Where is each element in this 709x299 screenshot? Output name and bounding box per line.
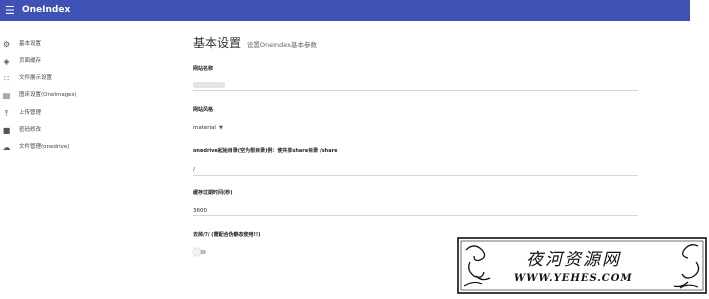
chevron-down-icon: ▼ <box>218 125 223 131</box>
sidebar-item-label: 图床设置(OneImages) <box>19 92 77 98</box>
gear-icon: ⚙ <box>2 40 11 49</box>
sidebar-item-label: 基本设置 <box>19 41 42 47</box>
watermark: 夜河资源网 WWW.YEHES.COM <box>456 236 708 295</box>
page-title-text: 基本设置 <box>193 36 242 50</box>
app-title: OneIndex <box>22 5 71 15</box>
cache-expiry-field[interactable]: 3600 <box>193 207 207 215</box>
layers-icon: ◈ <box>3 57 10 66</box>
upload-icon: ⤒ <box>4 109 9 118</box>
site-style-label: 网站风格 <box>193 107 214 113</box>
rewrite-toggle-label: 去掉/?/ (需配合伪静态使用!!) <box>193 232 261 238</box>
sidebar-item-page-cache[interactable]: ◈ 页面缓存 <box>0 55 150 69</box>
sidebar-item-change-password[interactable]: ■ 密码修改 <box>0 124 150 138</box>
site-style-value: material <box>193 125 216 131</box>
sidebar-item-image-hosting[interactable]: ▤ 图床设置(OneImages) <box>0 89 150 103</box>
page-title: 基本设置 设置OneIndex基本参数 <box>193 36 317 52</box>
watermark-text: 夜河资源网 <box>526 250 621 270</box>
page-subtitle: 设置OneIndex基本参数 <box>246 41 317 49</box>
onedrive-root-underline <box>193 175 638 176</box>
sidebar-item-file-display[interactable]: ∷ 文件展示设置 <box>0 72 150 86</box>
cloud-icon: ☁ <box>2 143 11 152</box>
cache-expiry-underline <box>193 215 638 216</box>
onedrive-root-field[interactable]: / <box>193 166 195 174</box>
site-style-select[interactable]: material ▼ <box>193 124 223 132</box>
menu-icon[interactable]: ☰ <box>5 4 15 17</box>
onedrive-root-label: onedrive起始目录(空为根目录)例：使共享share目录 /share <box>193 148 338 154</box>
site-name-label: 网站名称 <box>193 66 214 72</box>
sidebar-item-label: 页面缓存 <box>19 58 42 64</box>
top-app-bar: ☰ OneIndex <box>0 0 690 21</box>
sidebar-item-label: 密码修改 <box>19 127 42 133</box>
site-name-underline <box>193 90 638 91</box>
lock-icon: ■ <box>2 126 11 135</box>
site-name-field[interactable] <box>193 82 225 88</box>
rewrite-toggle[interactable] <box>193 248 207 256</box>
toggle-knob <box>193 248 201 256</box>
sidebar-item-label: 文件展示设置 <box>19 75 53 81</box>
sidebar-item-file-management[interactable]: ☁ 文件管理(onedrive) <box>0 141 150 155</box>
sidebar-item-label: 文件管理(onedrive) <box>19 144 70 150</box>
cache-expiry-label: 缓存过期时间(秒) <box>193 190 233 196</box>
sidebar-item-basic-settings[interactable]: ⚙ 基本设置 <box>0 38 150 52</box>
grid-icon: ∷ <box>3 74 10 83</box>
watermark-url: WWW.YEHES.COM <box>514 273 633 284</box>
sidebar-item-upload-management[interactable]: ⤒ 上传管理 <box>0 107 150 121</box>
image-icon: ▤ <box>2 91 11 100</box>
sidebar-item-label: 上传管理 <box>19 110 42 116</box>
